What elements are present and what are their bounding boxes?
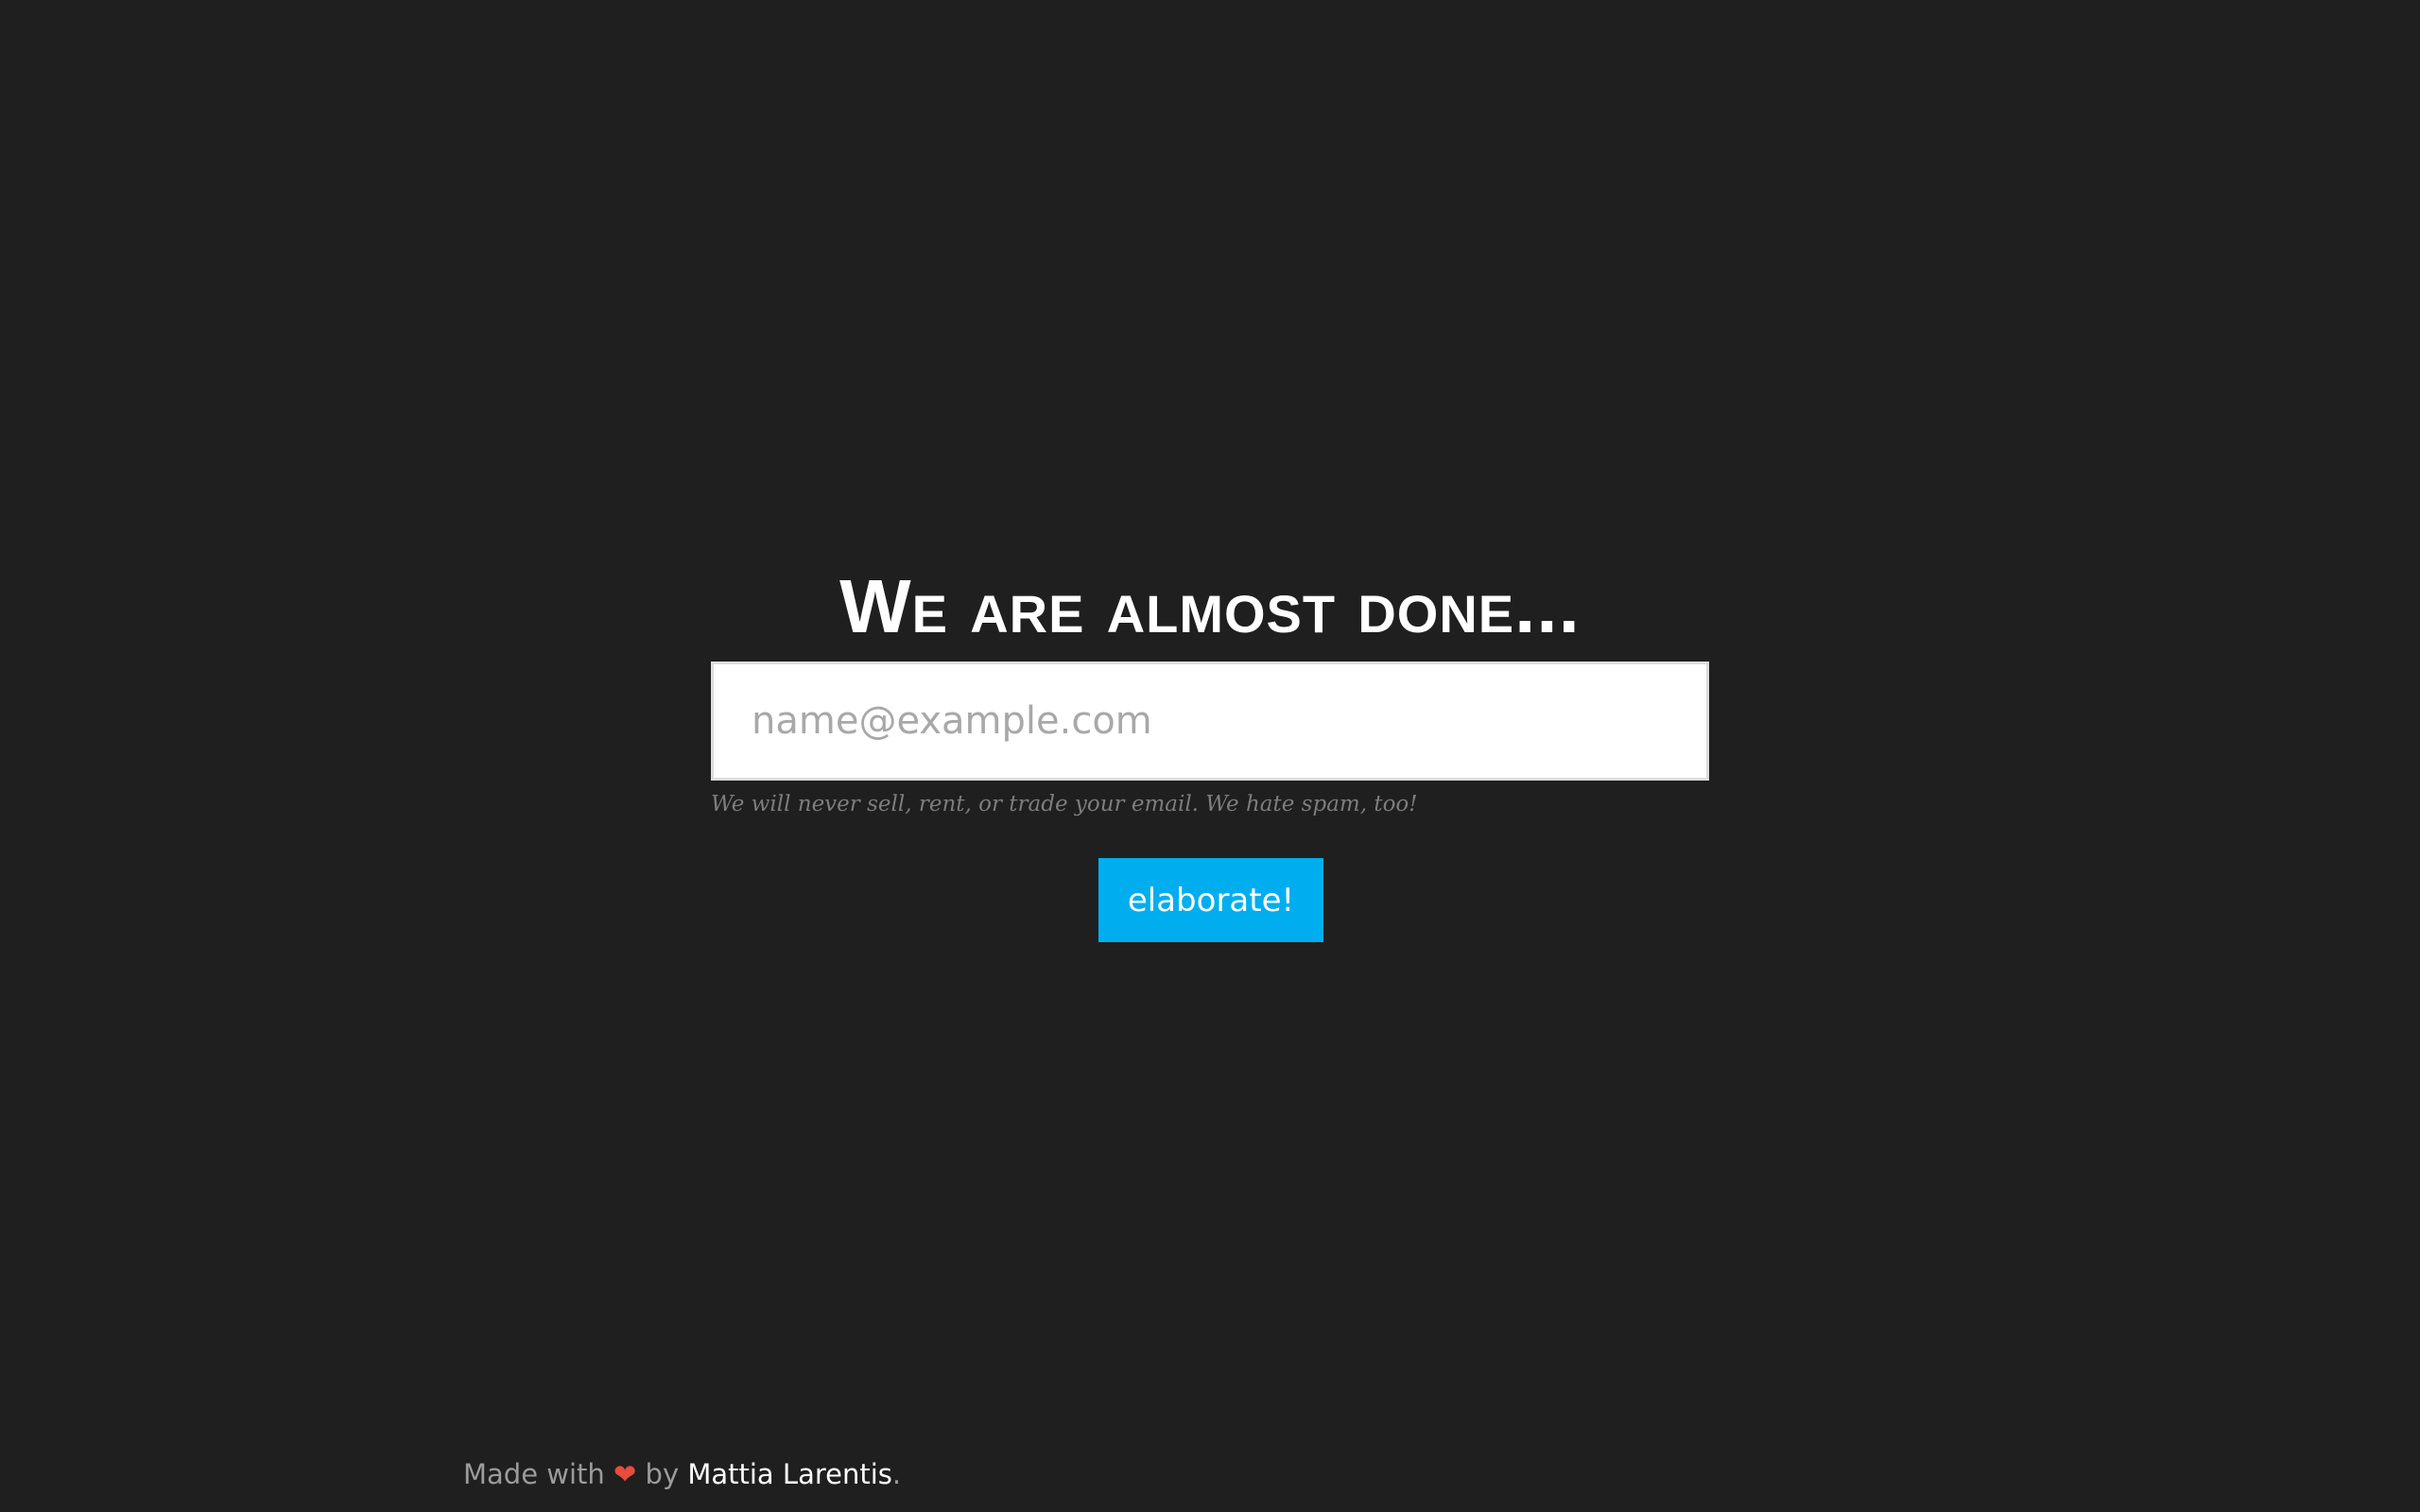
email-field[interactable] xyxy=(711,662,1709,781)
page-title: We are almost done... xyxy=(839,564,1581,648)
privacy-note: We will never sell, rent, or trade your … xyxy=(711,792,1418,816)
author-link[interactable]: Mattia Larentis xyxy=(687,1458,892,1490)
heart-icon: ❤ xyxy=(614,1458,637,1490)
footer-credit: Made with ❤ by Mattia Larentis. xyxy=(463,1453,901,1495)
submit-button[interactable]: elaborate! xyxy=(1098,858,1323,942)
footer-period: . xyxy=(891,1458,902,1490)
footer-made-with: Made with xyxy=(463,1458,614,1490)
footer-by: by xyxy=(636,1458,688,1490)
